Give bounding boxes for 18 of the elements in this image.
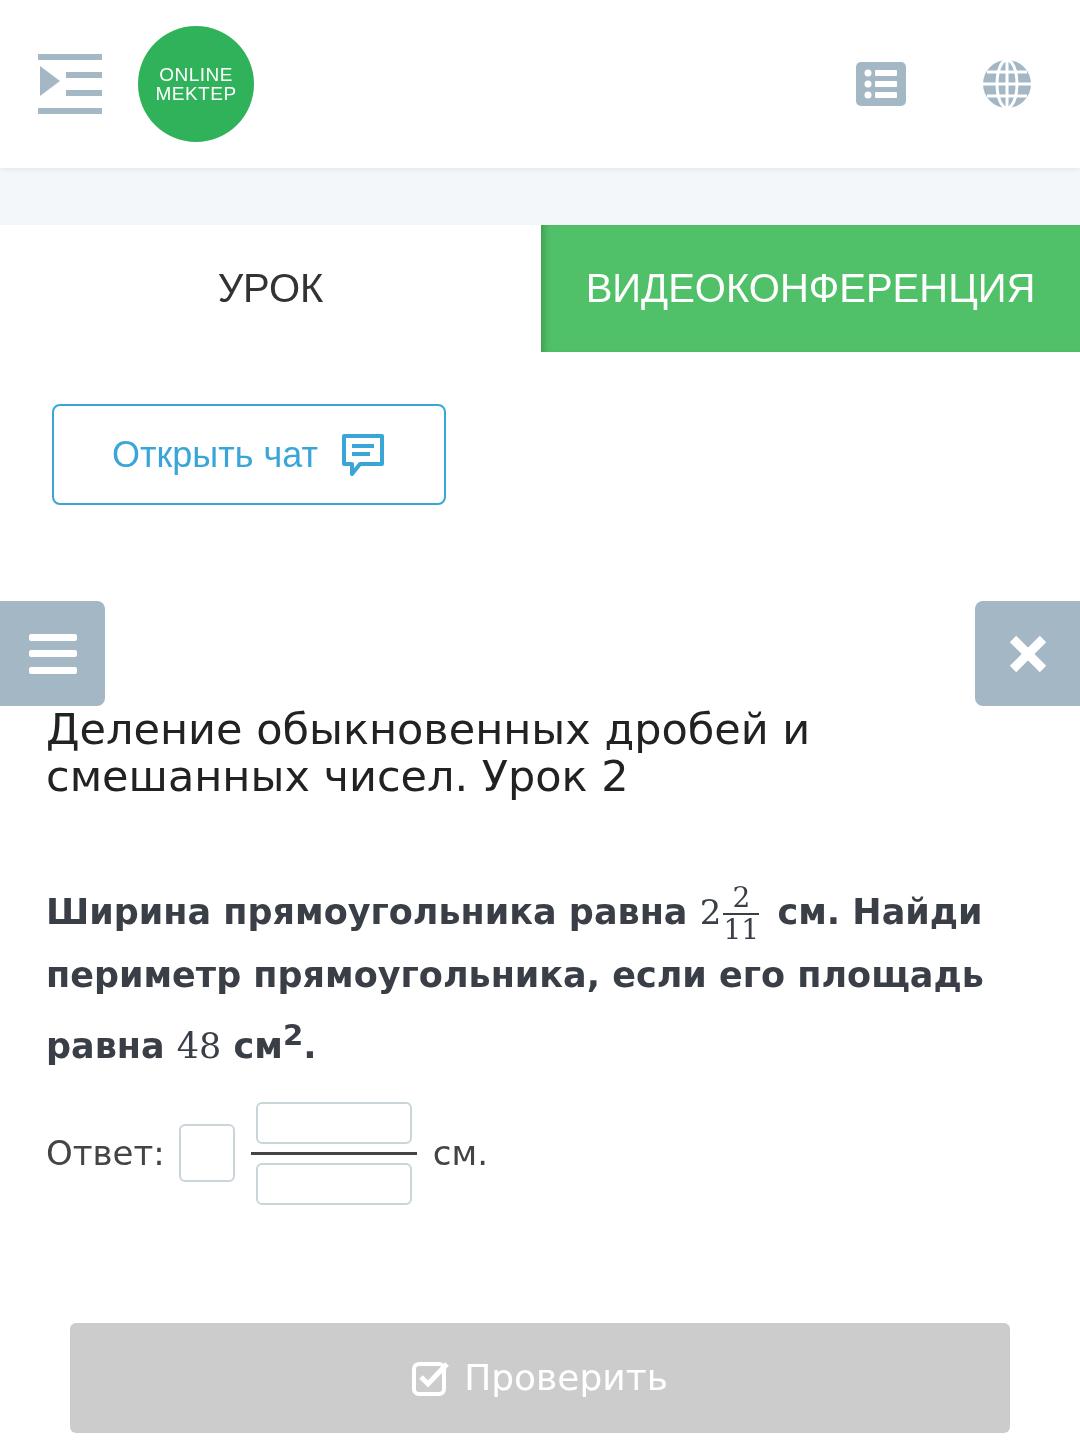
logo[interactable]: ONLINE MEKTEP	[138, 26, 254, 142]
numerator-field[interactable]	[255, 1101, 412, 1144]
task-title: Деление обыкновенных дробей и смешанных чисел. Урок 2	[46, 706, 812, 800]
whole-part-field[interactable]	[178, 1124, 235, 1183]
answer-label: Ответ:	[46, 1133, 165, 1174]
globe-icon[interactable]	[982, 59, 1032, 109]
unit-label: см.	[432, 1133, 488, 1174]
list-icon[interactable]	[856, 62, 906, 106]
close-icon	[1008, 634, 1047, 673]
checkbox-icon	[412, 1359, 451, 1396]
tab[interactable]: ВИДЕОКОНФЕРЕНЦИЯ	[541, 225, 1080, 352]
menu-button[interactable]	[0, 601, 105, 706]
close-button[interactable]	[975, 601, 1080, 706]
menu-icon[interactable]	[38, 54, 102, 114]
chat-icon	[339, 431, 386, 478]
open-chat-button[interactable]: Открыть чат	[52, 404, 446, 505]
menu-icon	[28, 633, 77, 674]
denominator-field[interactable]	[255, 1162, 412, 1205]
